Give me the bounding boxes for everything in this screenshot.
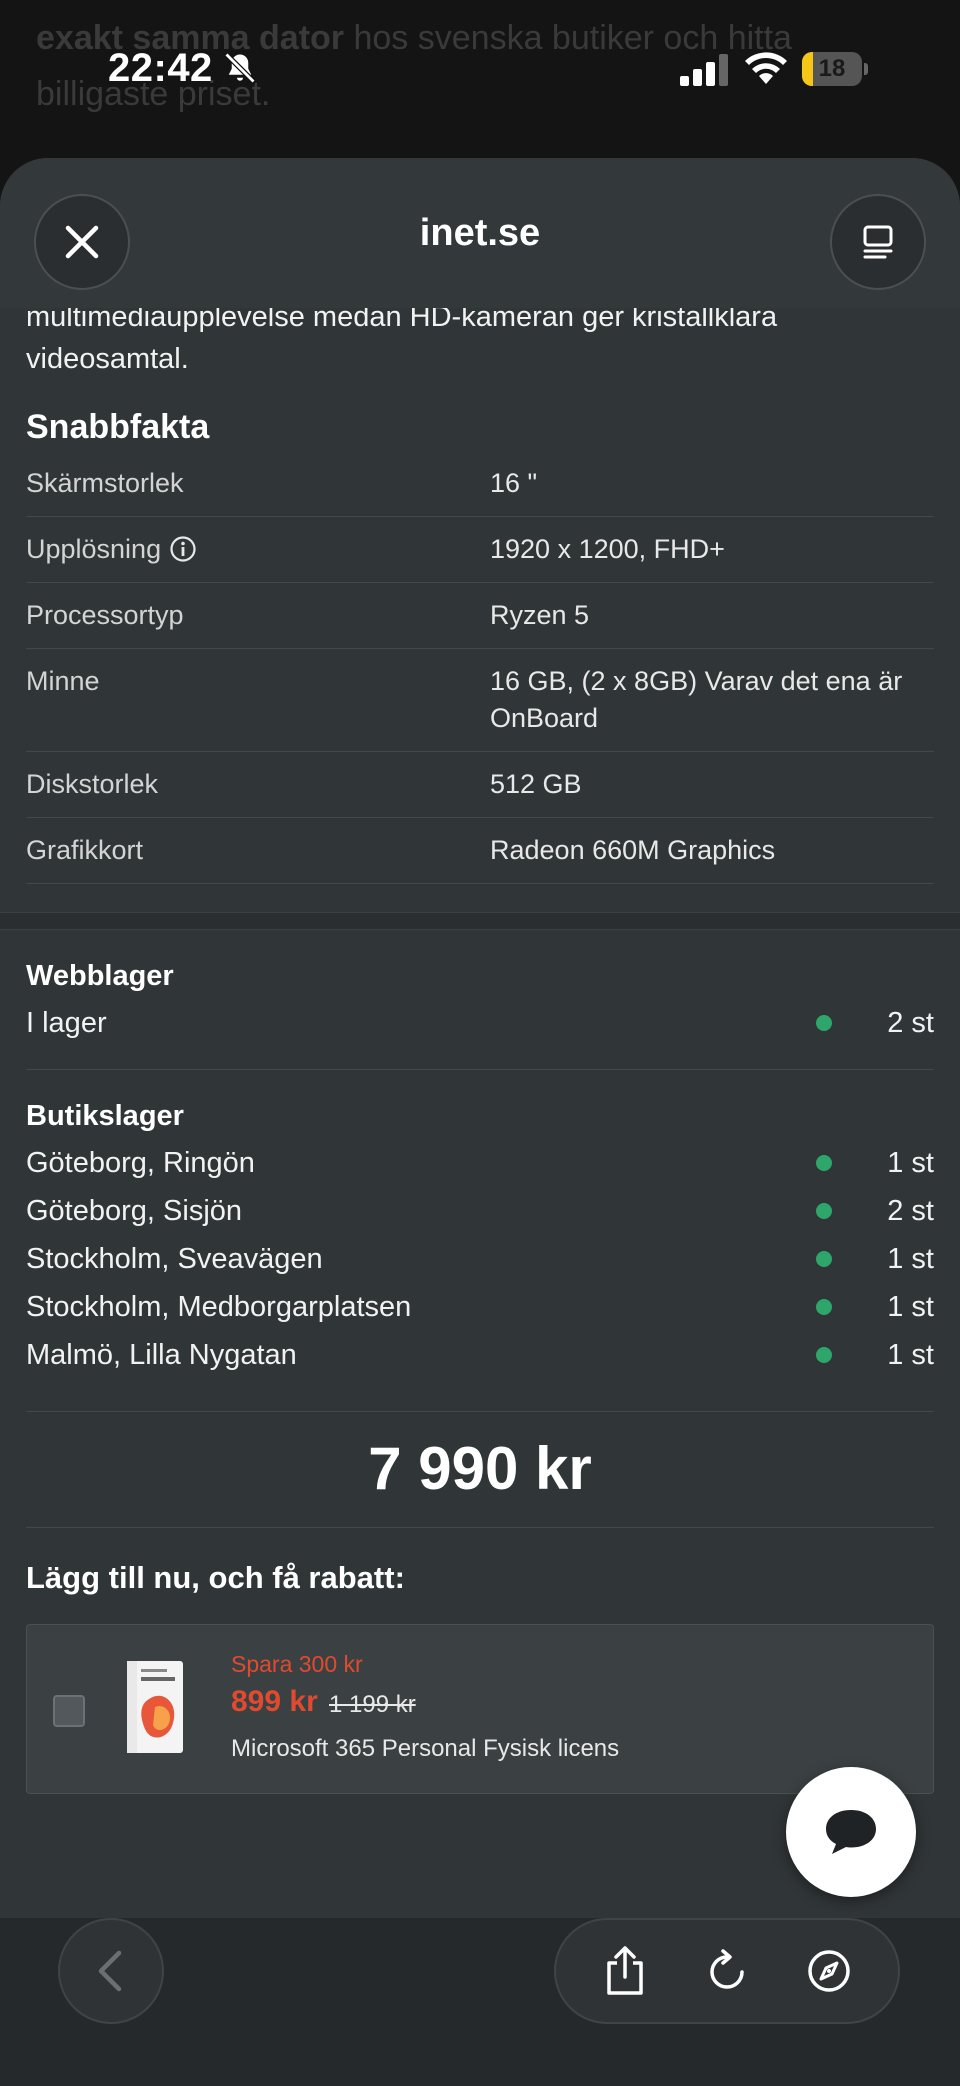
intro-text: multimediaupplevelse medan HD-kameran ge… [26,301,778,375]
store-stock-title: Butikslager [26,1100,184,1132]
fact-label: Processortyp [26,600,184,630]
fact-value: 1920 x 1200, FHD+ [490,534,725,564]
browser-actions [554,1918,900,2024]
page-content: multimediaupplevelse medan HD-kameran ge… [0,288,960,1794]
addon-product-name[interactable]: Microsoft 365 Personal Fysisk licens [231,1735,619,1763]
web-stock-title: Webblager [26,960,174,992]
stock-quantity: 1 st [887,1147,934,1179]
fact-value: Ryzen 5 [490,600,590,630]
stock-row: Malmö, Lilla Nygatan 1 st [0,1331,960,1379]
in-stock-indicator [816,1203,832,1219]
fact-label: Minne [26,666,100,696]
back-button[interactable] [58,1918,164,2024]
divider [26,1411,934,1412]
signal-icon [680,54,728,86]
product-price: 7 990 kr [368,1435,592,1502]
fact-row: Grafikkort Radeon 660M Graphics [26,818,934,884]
addon-checkbox[interactable] [53,1695,85,1727]
sheet-header: inet.se [0,158,960,308]
bell-slash-icon [224,52,256,84]
fact-value: Radeon 660M Graphics [490,835,776,865]
stock-quantity: 2 st [887,1195,934,1227]
stock-quantity: 1 st [887,1243,934,1275]
stock-row: Stockholm, Sveavägen 1 st [0,1235,960,1283]
fact-value: 512 GB [490,769,582,799]
reader-mode-icon [863,225,893,259]
status-time: 22:42 [108,46,213,90]
fact-label: Grafikkort [26,835,144,865]
addon-price: 899 kr [231,1685,318,1718]
fact-label: Upplösning [26,531,490,568]
addon-card[interactable]: Spara 300 kr 899 kr 1 199 kr Microsoft 3… [26,1624,934,1794]
fact-row: Minne 16 GB, (2 x 8GB) Varav det ena är … [26,649,934,752]
quick-facts-title: Snabbfakta [26,408,210,446]
chat-button[interactable] [786,1767,916,1897]
battery-body: 18 [802,52,862,86]
stock-quantity: 1 st [887,1339,934,1371]
info-icon[interactable] [169,535,197,563]
divider [26,1527,934,1528]
fact-label: Diskstorlek [26,769,159,799]
in-stock-indicator [816,1155,832,1171]
sheet-title: inet.se [419,212,541,254]
stock-quantity: 2 st [887,1007,934,1039]
stock-location: Malmö, Lilla Nygatan [26,1339,297,1371]
browser-toolbar [0,1918,960,2086]
divider [26,1069,934,1070]
fact-label: Skärmstorlek [26,468,184,498]
stock-location: Stockholm, Medborgarplatsen [26,1291,412,1323]
stock-quantity: 1 st [887,1291,934,1323]
reload-icon [710,1949,744,1989]
battery-level: 18 [818,55,846,82]
in-stock-indicator [816,1015,832,1031]
chat-bubble-icon [826,1810,876,1854]
in-stock-indicator [816,1251,832,1267]
stock-row: I lager 2 st [0,999,960,1047]
fact-row: Processortyp Ryzen 5 [26,583,934,649]
stock-location: Stockholm, Sveavägen [26,1243,323,1275]
battery-icon: 18 [802,52,868,86]
chevron-left-icon [98,1950,122,1992]
section-divider [0,912,960,930]
stock-location: Göteborg, Sisjön [26,1195,243,1227]
fact-label-text: Upplösning [26,534,162,564]
fact-value: 16 " [490,468,538,498]
product-box-image [127,1661,183,1753]
wifi-icon [745,52,787,84]
in-stock-indicator [816,1299,832,1315]
reader-mode-button[interactable] [830,194,926,290]
stock-row: Göteborg, Ringön 1 st [0,1139,960,1187]
share-button[interactable] [597,1943,653,1999]
stock-location: I lager [26,1007,107,1039]
reload-button[interactable] [699,1943,755,1999]
in-stock-indicator [816,1347,832,1363]
stock-location: Göteborg, Ringön [26,1147,255,1179]
battery-cap [864,63,868,75]
stock-row: Stockholm, Medborgarplatsen 1 st [0,1283,960,1331]
fact-row: Upplösning 1920 x 1200, FHD+ [26,517,934,583]
status-bar: 22:42 18 [0,0,960,140]
share-icon [607,1946,643,1995]
compass-icon [808,1950,850,1992]
fact-row: Skärmstorlek 16 " [26,451,934,517]
fact-row: Diskstorlek 512 GB [26,752,934,818]
addon-title: Lägg till nu, och få rabatt: [26,1560,405,1595]
addon-old-price: 1 199 kr [329,1691,416,1718]
fact-value: 16 GB, (2 x 8GB) Varav det ena är OnBoar… [490,666,903,733]
addon-save-label: Spara 300 kr [231,1651,363,1677]
stock-row: Göteborg, Sisjön 2 st [0,1187,960,1235]
quick-facts-table: Skärmstorlek 16 " Upplösning 1920 x 1200… [26,451,934,884]
open-in-browser-button[interactable] [801,1943,857,1999]
